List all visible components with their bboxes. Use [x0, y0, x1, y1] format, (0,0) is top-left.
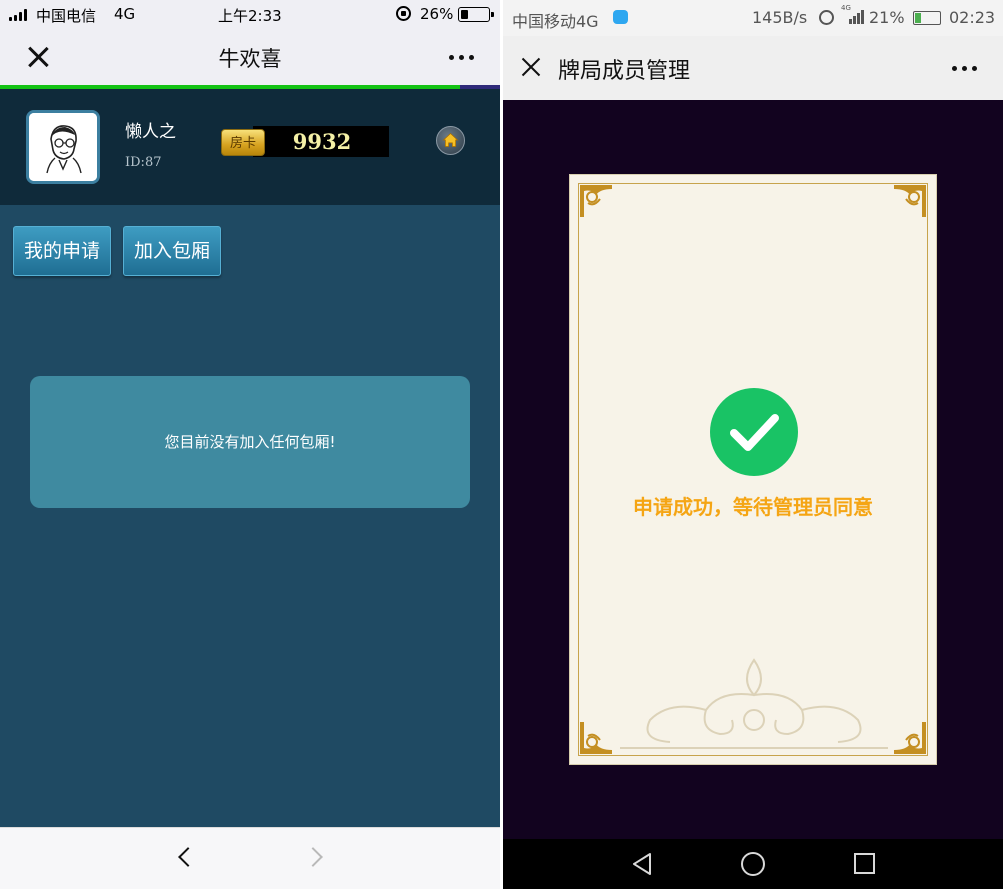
empty-state-message: 您目前没有加入任何包厢! — [30, 376, 470, 508]
signal-icon — [9, 9, 31, 21]
recents-square-icon[interactable] — [854, 853, 875, 874]
back-triangle-icon[interactable] — [631, 852, 653, 876]
page-title: 牌局成员管理 — [558, 59, 691, 84]
more-icon[interactable] — [449, 55, 474, 60]
battery-percent: 26% — [420, 5, 454, 23]
home-icon — [442, 133, 459, 147]
close-icon[interactable] — [520, 56, 542, 78]
battery-icon — [458, 7, 494, 22]
home-circle-icon[interactable] — [741, 852, 765, 876]
success-dialog: 申请成功，等待管理员同意 — [569, 174, 937, 765]
room-card-label: 房卡 — [221, 129, 265, 156]
title-bar: 牛欢喜 — [0, 30, 500, 85]
username: 懒人之 — [125, 122, 176, 142]
more-icon[interactable] — [952, 66, 977, 71]
signal-icon: 4G — [841, 4, 865, 24]
forward-chevron-icon[interactable] — [303, 847, 323, 867]
title-bar: 牌局成员管理 — [503, 36, 1003, 100]
my-applications-button[interactable]: 我的申请 — [13, 226, 111, 276]
rotation-lock-icon — [396, 6, 411, 21]
scroll-ornament-icon — [620, 658, 888, 749]
corner-ornament-icon — [578, 183, 614, 219]
carrier-name: 中国电信 — [36, 7, 97, 25]
success-message: 申请成功，等待管理员同意 — [633, 495, 873, 519]
page-title: 牛欢喜 — [218, 47, 282, 71]
room-card-count: 9932 — [292, 129, 352, 154]
home-button[interactable] — [436, 126, 465, 155]
corner-ornament-icon — [892, 183, 928, 219]
status-bar: 中国移动4G 145B/s 4G 21% 02:23 — [503, 0, 1003, 36]
clock: 02:23 — [949, 8, 996, 27]
avatar-sketch-icon — [29, 113, 97, 181]
network-type: 4G — [114, 5, 136, 23]
carrier-name: 中国移动4G — [512, 12, 599, 31]
message-notification-icon — [613, 10, 628, 24]
avatar — [26, 110, 100, 184]
charging-battery-icon — [913, 11, 941, 25]
battery-percent: 21% — [869, 8, 905, 27]
browser-toolbar — [0, 827, 500, 889]
user-id: ID:87 — [125, 155, 162, 170]
left-phone-screen: 中国电信 4G 上午2:33 26% 牛欢喜 懒人之 ID:87 房卡 9932… — [0, 0, 500, 889]
android-nav-bar — [503, 839, 1003, 889]
profile-header: 懒人之 ID:87 房卡 9932 — [0, 89, 500, 205]
alarm-icon — [819, 10, 834, 25]
right-phone-screen: 中国移动4G 145B/s 4G 21% 02:23 牌局成员管理 申请成功，等… — [503, 0, 1003, 889]
clock: 上午2:33 — [218, 7, 282, 25]
corner-ornament-icon — [578, 720, 614, 756]
checkmark-icon — [710, 388, 798, 476]
network-speed: 145B/s — [752, 8, 808, 27]
back-chevron-icon[interactable] — [178, 847, 198, 867]
join-room-button[interactable]: 加入包厢 — [123, 226, 221, 276]
status-bar: 中国电信 4G 上午2:33 26% — [0, 0, 500, 30]
